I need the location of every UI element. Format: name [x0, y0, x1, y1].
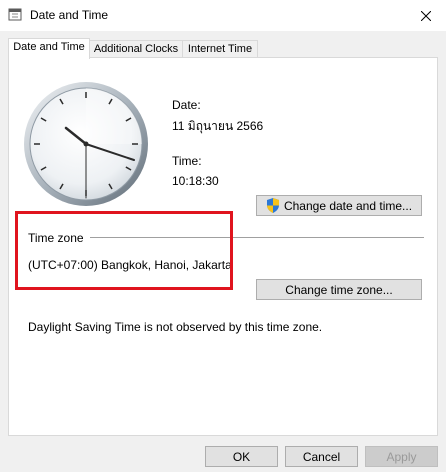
analog-clock	[24, 82, 148, 206]
date-value: 11 มิถุนายน 2566	[172, 119, 264, 133]
time-value: 10:18:30	[172, 174, 219, 188]
apply-label: Apply	[386, 449, 417, 464]
close-icon	[421, 10, 431, 21]
title-bar: Date and Time	[0, 0, 446, 31]
window-title: Date and Time	[30, 8, 109, 22]
date-label: Date:	[172, 98, 201, 112]
change-date-and-time-button[interactable]: Change date and time...	[256, 195, 422, 216]
tab-date-and-time[interactable]: Date and Time	[8, 38, 90, 59]
uac-shield-icon	[266, 198, 279, 213]
tab-internet-time[interactable]: Internet Time	[182, 40, 258, 58]
time-zone-highlight-box	[15, 211, 233, 290]
change-date-and-time-label: Change date and time...	[283, 198, 413, 213]
close-button[interactable]	[406, 0, 446, 31]
dst-note: Daylight Saving Time is not observed by …	[28, 320, 323, 334]
apply-button[interactable]: Apply	[365, 446, 438, 467]
cancel-button[interactable]: Cancel	[285, 446, 358, 467]
clock-app-icon	[8, 8, 22, 21]
tab-additional-clocks[interactable]: Additional Clocks	[89, 40, 183, 58]
change-time-zone-button[interactable]: Change time zone...	[256, 279, 422, 300]
change-time-zone-label: Change time zone...	[285, 282, 393, 297]
ok-label: OK	[232, 449, 251, 464]
cancel-label: Cancel	[302, 449, 341, 464]
time-label: Time:	[172, 154, 202, 168]
ok-button[interactable]: OK	[205, 446, 278, 467]
